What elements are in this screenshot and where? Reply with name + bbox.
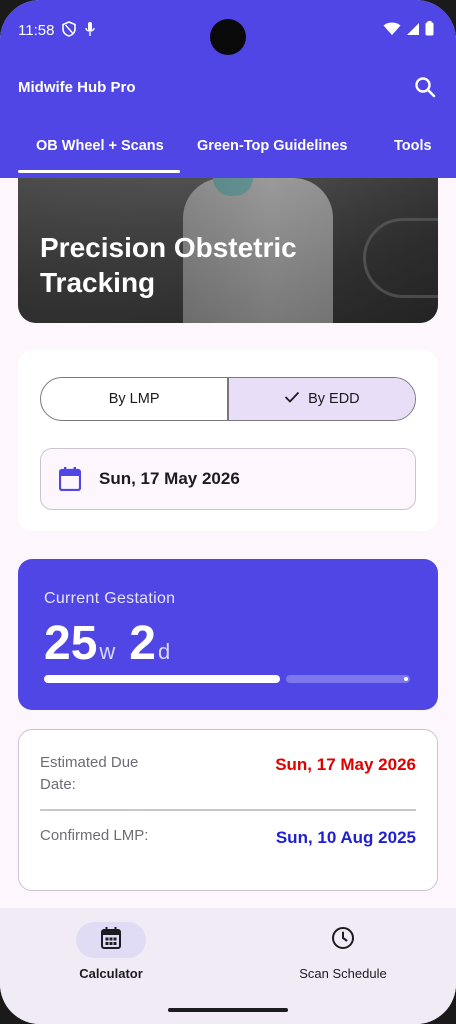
tab-bar: OB Wheel + Scans Green-Top Guidelines To… <box>0 128 456 178</box>
by-edd-button[interactable]: By EDD <box>228 378 415 420</box>
tab-green-top-guidelines[interactable]: Green-Top Guidelines <box>197 138 347 154</box>
input-card: By LMP By EDD Sun, 17 May 2026 <box>18 350 438 531</box>
bottom-navigation: Calculator Scan Schedule <box>0 908 456 1024</box>
progress-end-dot <box>404 677 408 681</box>
front-camera <box>210 19 246 55</box>
gestation-card: Current Gestation 25 w 2 d <box>18 559 438 710</box>
shield-icon <box>62 21 76 42</box>
search-icon <box>414 76 436 103</box>
phone-screen: 11:58 Midwife Hub Pro OB Wheel + Scans G… <box>0 0 456 1024</box>
status-bar: 11:58 <box>0 0 456 60</box>
date-input-field[interactable]: Sun, 17 May 2026 <box>40 448 416 510</box>
gesture-bar <box>168 1008 288 1012</box>
gestation-label: Current Gestation <box>44 590 176 607</box>
mode-toggle: By LMP By EDD <box>40 377 416 421</box>
nav-calculator-label: Calculator <box>79 966 143 981</box>
clock-icon <box>331 926 355 955</box>
gestation-days-unit: d <box>157 639 171 664</box>
hero-title: Precision Obstetric Tracking <box>40 232 297 298</box>
gestation-progress-bar <box>44 675 410 683</box>
gestation-weeks: 25 <box>44 617 98 670</box>
by-lmp-button[interactable]: By LMP <box>41 378 227 420</box>
gestation-value: 25 w 2 d <box>44 617 184 671</box>
calendar-icon <box>58 467 82 496</box>
app-title: Midwife Hub Pro <box>18 79 136 96</box>
edd-label: Estimated Due Date: <box>40 754 139 793</box>
nav-calculator[interactable]: Calculator <box>11 922 211 981</box>
tab-ob-wheel-scans[interactable]: OB Wheel + Scans <box>36 138 164 154</box>
check-icon <box>284 391 300 407</box>
tab-tools[interactable]: Tools <box>394 138 432 154</box>
by-lmp-label: By LMP <box>108 391 160 407</box>
app-bar: 11:58 Midwife Hub Pro OB Wheel + Scans G… <box>0 0 456 178</box>
lmp-label: Confirmed LMP: <box>40 827 149 844</box>
tab-indicator <box>18 170 180 173</box>
edd-value: Sun, 17 May 2026 <box>275 755 416 774</box>
divider <box>40 809 416 811</box>
by-edd-label: By EDD <box>308 391 360 407</box>
lmp-value: Sun, 10 Aug 2025 <box>275 828 416 847</box>
date-value: Sun, 17 May 2026 <box>99 469 240 488</box>
gestation-weeks-unit: w <box>99 639 116 664</box>
nav-scan-schedule[interactable]: Scan Schedule <box>243 922 443 981</box>
status-time: 11:58 <box>18 22 55 39</box>
progress-track <box>286 675 410 683</box>
gestation-days: 2 <box>129 617 156 670</box>
search-button[interactable] <box>410 74 440 104</box>
results-card: Estimated Due Date: Sun, 17 May 2026 Con… <box>18 729 438 891</box>
microphone-icon <box>84 21 96 42</box>
calendar-grid-icon <box>101 926 121 954</box>
hero-banner: Precision Obstetric Tracking <box>18 178 438 323</box>
nav-scan-schedule-label: Scan Schedule <box>299 966 387 981</box>
signal-icon <box>406 22 420 41</box>
battery-icon <box>425 21 434 41</box>
wifi-icon <box>383 22 401 41</box>
progress-fill <box>44 675 280 683</box>
